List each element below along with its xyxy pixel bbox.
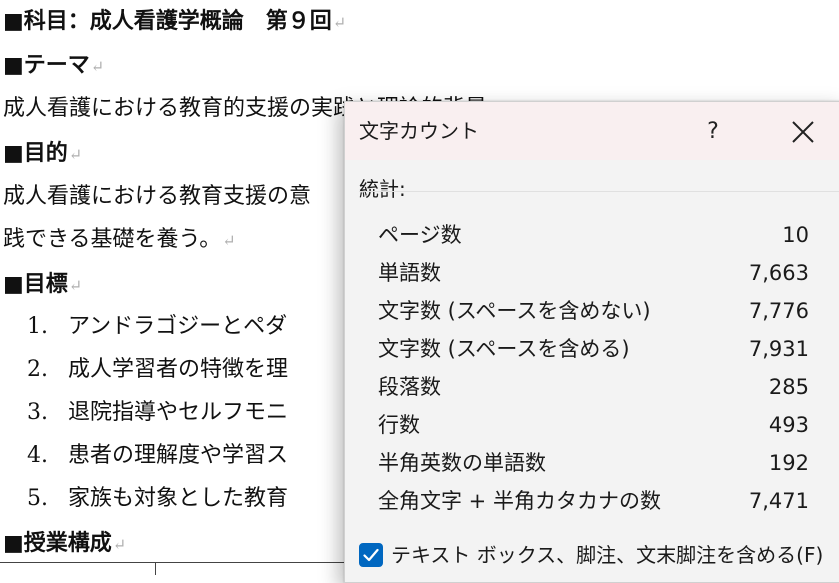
stat-row-chars-no-spaces: 文字数 (スペースを含めない) 7,776 [378,299,809,323]
stat-row-words: 単語数 7,663 [378,261,809,285]
doc-heading-theme[interactable]: ■テーマ↵ [3,50,104,82]
doc-heading-purpose[interactable]: ■目的↵ [3,138,82,170]
list-item[interactable]: 2. 成人学習者の特徴を理 [3,355,288,385]
stat-row-fullwidth-chars: 全角文字 + 半角カタカナの数 7,471 [378,489,809,513]
paragraph-mark: ↵ [112,535,127,554]
stat-row-halfwidth-words: 半角英数の単語数 192 [378,451,809,475]
statistics-label: 統計: [359,177,406,201]
stat-row-paragraphs: 段落数 285 [378,375,809,399]
doc-heading-structure[interactable]: ■授業構成↵ [3,528,126,560]
doc-heading-goals[interactable]: ■目標↵ [3,269,82,301]
include-textboxes-label[interactable]: テキスト ボックス、脚注、文末脚注を含める(F) [391,540,823,570]
doc-heading-subject[interactable]: ■科目：成人看護学概論 第９回↵ [3,6,346,38]
stat-row-pages: ページ数 10 [378,223,809,247]
paragraph-mark: ↵ [90,57,105,76]
paragraph-mark: ↵ [68,145,83,164]
section-divider [359,191,839,192]
paragraph-mark: ↵ [68,276,83,295]
paragraph-mark: ↵ [332,13,347,32]
close-icon [792,121,814,143]
paragraph-mark: ↵ [222,231,236,250]
doc-purpose-text-1[interactable]: 成人看護における教育支援の意 [3,182,311,212]
list-item[interactable]: 5. 家族も対象とした教育 [3,484,288,514]
list-item[interactable]: 1. アンドラゴジーとペダ [3,312,287,342]
help-button[interactable]: ? [695,116,731,148]
table-top-border [0,562,360,575]
close-button[interactable] [785,116,821,148]
include-textboxes-checkbox[interactable] [359,543,383,567]
stat-row-chars-with-spaces: 文字数 (スペースを含める) 7,931 [378,337,809,361]
table-cell-divider [155,563,156,575]
doc-purpose-text-2[interactable]: 践できる基礎を養う。↵ [3,225,236,256]
dialog-titlebar[interactable]: 文字カウント ? [345,102,839,160]
stat-row-lines: 行数 493 [378,413,809,437]
word-count-dialog[interactable]: 文字カウント ? 統計: ページ数 10 単語数 7,663 文字数 (スペース… [344,101,839,583]
list-item[interactable]: 4. 患者の理解度や学習ス [3,441,288,471]
checkmark-icon [363,548,379,562]
list-item[interactable]: 3. 退院指導やセルフモニ [3,398,288,428]
dialog-title: 文字カウント [359,119,479,143]
